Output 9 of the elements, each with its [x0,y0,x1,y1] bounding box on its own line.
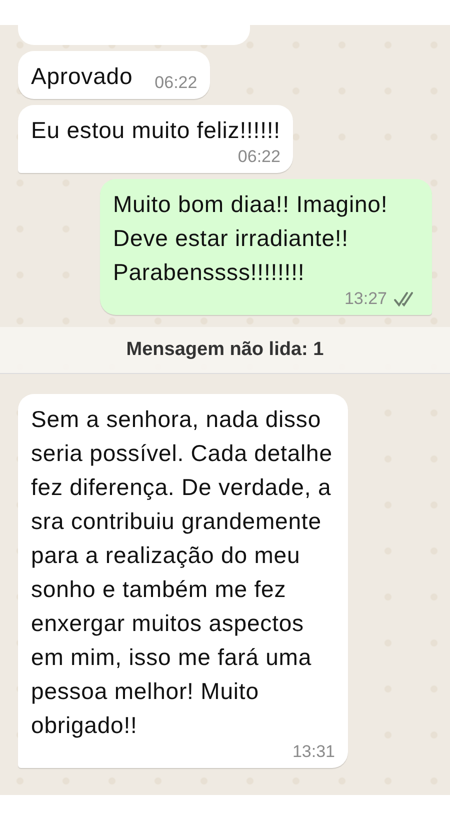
message-text: Eu estou muito feliz!!!!!! [31,116,280,145]
message-time: 06:22 [154,73,198,93]
message-text: Muito bom diaa!! Imagino! Deve estar irradiante!! Parabenssss!!!!!!!! [113,190,389,287]
message-text: Aprovado [31,62,133,91]
unread-label: Mensagem não lida: 1 [126,339,324,361]
message-text: Sem a senhora, nada disso seria possível. Cada detalhe fez diferença. De verdade, a sra contribuiu grandemente para a realização do meu sonho e também me fez enxergar muitos aspectos em mim, isso me fará uma pessoa melhor! Muito obrigado!! [31,405,334,740]
message-time: 13:31 [292,742,335,762]
message-time: 06:22 [238,147,280,167]
message-time: 13:27 [344,289,387,309]
